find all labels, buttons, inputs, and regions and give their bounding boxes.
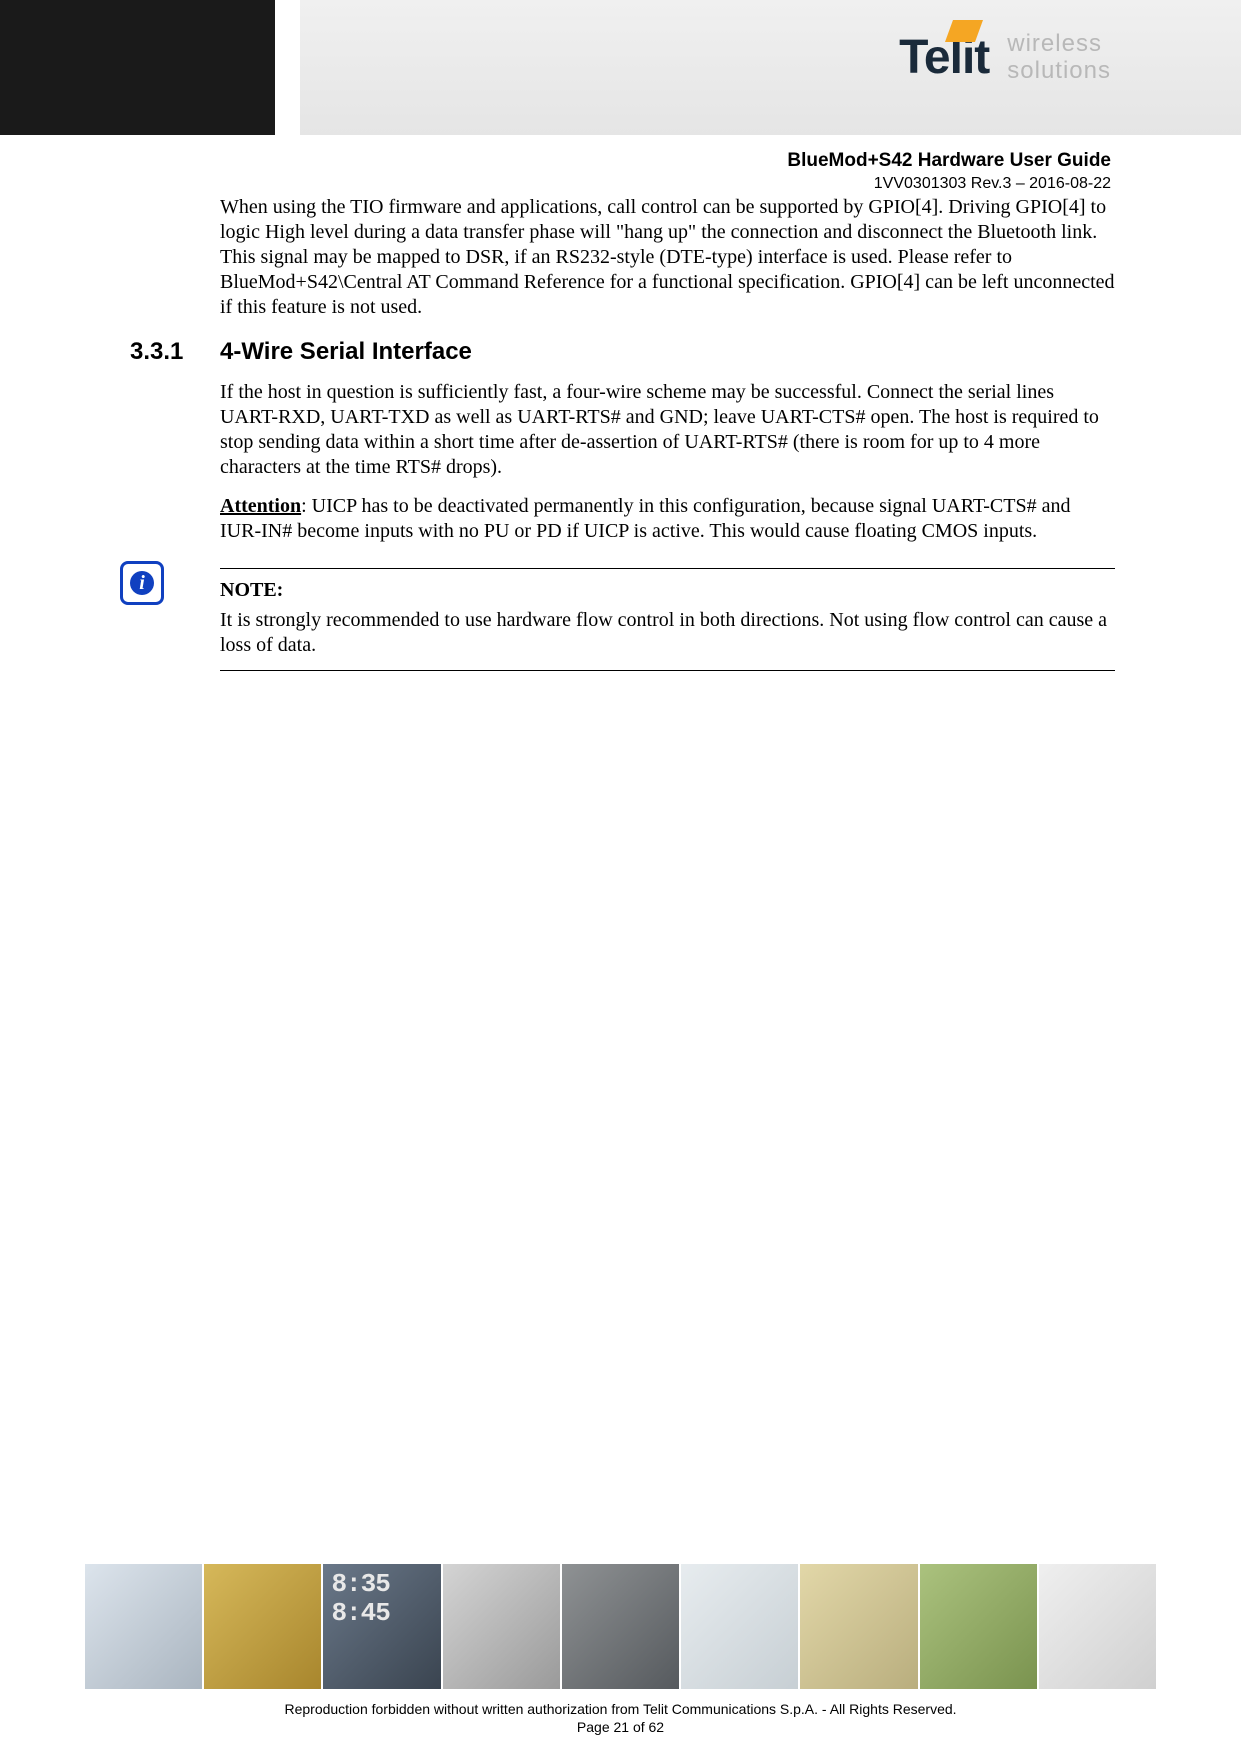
info-icon: i (120, 561, 164, 605)
footer-tile-2 (204, 1564, 323, 1689)
note-block: i NOTE: It is strongly recommended to us… (220, 568, 1115, 671)
attention-body: : UICP has to be deactivated permanently… (220, 495, 1070, 542)
document-revision: 1VV0301303 Rev.3 – 2016-08-22 (787, 175, 1111, 193)
main-content: When using the TIO firmware and applicat… (220, 195, 1115, 671)
paragraph-attention: Attention: UICP has to be deactivated pe… (220, 494, 1115, 544)
section-heading-row: 3.3.1 4-Wire Serial Interface (220, 338, 1115, 366)
note-label: NOTE: (220, 579, 1115, 602)
telit-logo: Telit (899, 30, 989, 85)
footer-tile-6 (681, 1564, 800, 1689)
info-icon-inner: i (130, 571, 154, 595)
note-text: It is strongly recommended to use hardwa… (220, 608, 1115, 658)
footer-copyright: Reproduction forbidden without written a… (0, 1700, 1241, 1718)
document-title: BlueMod+S42 Hardware User Guide (787, 150, 1111, 172)
logo-tagline-line2: solutions (1007, 58, 1111, 84)
footer-page-number: Page 21 of 62 (0, 1718, 1241, 1736)
footer-tile-1 (85, 1564, 204, 1689)
attention-label: Attention (220, 495, 301, 517)
footer-image-band: 8:35 8:45 (85, 1564, 1156, 1689)
footer-tile-3: 8:35 8:45 (323, 1564, 442, 1689)
footer-tile-4 (443, 1564, 562, 1689)
footer-tile-5 (562, 1564, 681, 1689)
footer-tile-7 (800, 1564, 919, 1689)
logo-area: Telit wireless solutions (899, 30, 1111, 85)
document-header-meta: BlueMod+S42 Hardware User Guide 1VV03013… (787, 150, 1111, 193)
footer-tile-8 (920, 1564, 1039, 1689)
section-title: 4-Wire Serial Interface (220, 338, 472, 366)
header-band: Telit wireless solutions (0, 0, 1241, 135)
footer-timestamps: 8:35 8:45 (331, 1570, 389, 1627)
paragraph-intro: When using the TIO firmware and applicat… (220, 195, 1115, 320)
paragraph-4wire: If the host in question is sufficiently … (220, 380, 1115, 480)
footer-text: Reproduction forbidden without written a… (0, 1700, 1241, 1736)
header-dark-block (0, 0, 275, 135)
section-number: 3.3.1 (130, 338, 220, 366)
header-divider (275, 0, 300, 135)
footer-tile-9 (1039, 1564, 1156, 1689)
logo-tagline: wireless solutions (1007, 31, 1111, 84)
logo-tagline-line1: wireless (1007, 31, 1111, 57)
